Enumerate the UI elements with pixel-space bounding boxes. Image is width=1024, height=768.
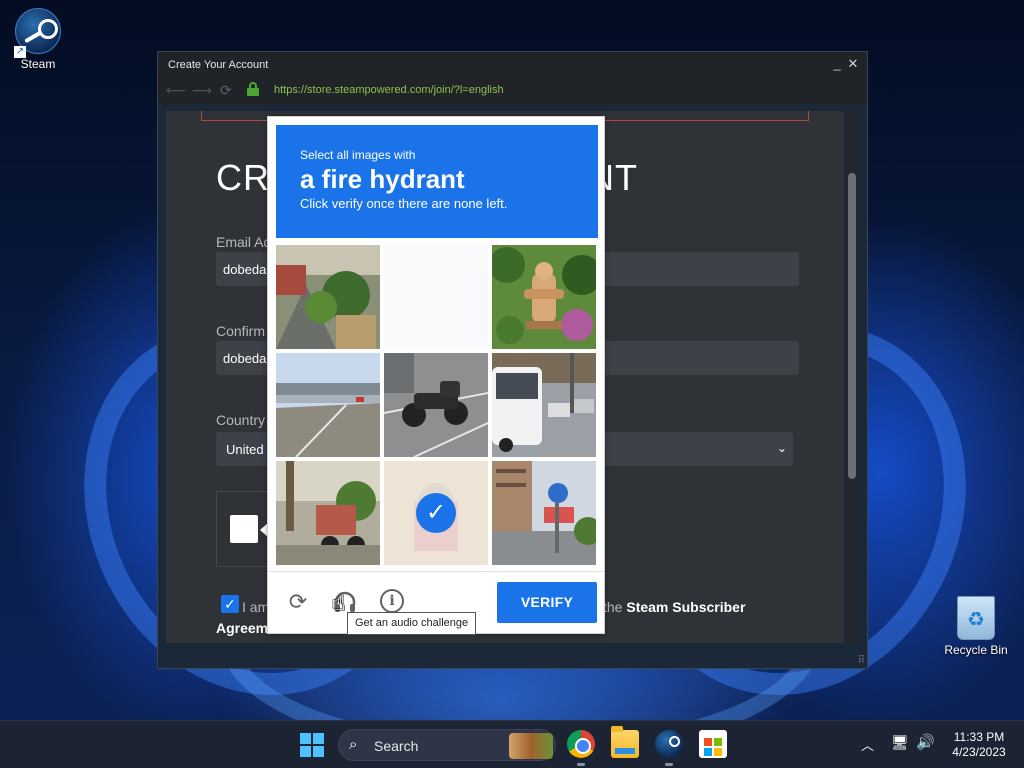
challenge-image-grid: ✓	[276, 245, 596, 565]
agree-checkbox[interactable]: ✓	[221, 595, 239, 613]
address-bar: ⟵ ⟶ ⟳ https://store.steampowered.com/joi…	[158, 78, 867, 104]
app-running-indicator	[665, 763, 673, 766]
country-value: United	[226, 442, 264, 457]
shortcut-arrow-icon: ↗	[14, 46, 26, 58]
recaptcha-checkbox[interactable]	[230, 515, 258, 543]
lock-icon	[247, 82, 259, 96]
confirm-email-label: Confirm	[216, 323, 266, 339]
subscriber-agreement-link[interactable]: Steam Subscriber	[626, 599, 745, 615]
search-placeholder: Search	[374, 738, 419, 754]
window-title: Create Your Account	[168, 59, 269, 71]
scrollbar-thumb[interactable]	[848, 173, 856, 479]
chrome-icon[interactable]	[567, 730, 595, 758]
confirm-email-value: dobeda	[223, 351, 267, 366]
challenge-header: Select all images with a fire hydrant Cl…	[276, 125, 598, 238]
chevron-up-icon[interactable]: ︿	[861, 735, 874, 754]
challenge-tile[interactable]	[276, 461, 380, 565]
minimize-button[interactable]: _	[830, 56, 844, 72]
challenge-tile[interactable]	[276, 353, 380, 457]
back-arrow-icon[interactable]: ⟵	[166, 82, 186, 99]
challenge-subtext: Click verify once there are none left.	[300, 196, 508, 211]
microsoft-store-icon[interactable]	[699, 730, 727, 758]
agree-text: I am	[242, 599, 270, 615]
resize-grip-icon[interactable]: ⠿	[858, 655, 865, 666]
email-label: Email Ad	[216, 234, 272, 250]
audio-challenge-tooltip: Get an audio challenge	[347, 612, 477, 635]
desktop-icon-label: Steam	[20, 57, 56, 71]
challenge-footer-divider	[268, 571, 604, 572]
challenge-tile[interactable]	[492, 353, 596, 457]
verify-button[interactable]: VERIFY	[497, 582, 597, 623]
challenge-tile[interactable]	[492, 461, 596, 565]
challenge-tile[interactable]	[276, 245, 380, 349]
reload-challenge-icon[interactable]: ⟳	[285, 589, 311, 615]
steam-icon[interactable]	[655, 730, 683, 758]
desktop-icon-recycle-bin[interactable]: Recycle Bin	[938, 596, 1014, 657]
country-label: Country	[216, 412, 266, 428]
file-explorer-icon[interactable]	[611, 726, 639, 758]
clock-date: 4/23/2023	[952, 745, 1006, 759]
recaptcha-challenge: Select all images with a fire hydrant Cl…	[267, 116, 605, 634]
app-running-indicator	[577, 763, 585, 766]
challenge-target: a fire hydrant	[300, 164, 465, 194]
clock-time: 11:33 PM	[953, 730, 1005, 744]
taskbar-search[interactable]: ⌕ Search	[338, 729, 556, 761]
window-titlebar[interactable]: Create Your Account _ ✕	[158, 52, 867, 78]
agree-prefix: the	[603, 599, 623, 615]
agreement-link-end[interactable]: Agreem	[216, 620, 268, 636]
close-button[interactable]: ✕	[846, 56, 860, 72]
search-highlight-image	[509, 733, 553, 759]
challenge-tile[interactable]	[492, 245, 596, 349]
page-scrollbar[interactable]	[847, 111, 857, 643]
volume-icon[interactable]: 🔊	[916, 733, 935, 751]
search-icon: ⌕	[349, 736, 358, 753]
challenge-tile[interactable]	[384, 245, 488, 349]
start-button[interactable]	[300, 733, 324, 757]
challenge-tile[interactable]	[384, 353, 488, 457]
desktop-icon-label: Recycle Bin	[944, 643, 1008, 657]
url-text: https://store.steampowered.com/join/?l=e…	[274, 84, 504, 96]
email-value: dobeda	[223, 262, 267, 277]
desktop-icon-steam[interactable]: ↗ Steam	[0, 8, 76, 71]
taskbar: ⌕ Search ︿ 🖥 🔊 11:33 PM 4/23/2023	[0, 720, 1024, 768]
chevron-down-icon: ⌄	[776, 441, 787, 455]
recaptcha-widget	[216, 491, 274, 567]
taskbar-clock[interactable]: 11:33 PM 4/23/2023	[944, 730, 1014, 760]
agree-text-continued: the Steam Subscriber	[603, 599, 745, 615]
challenge-instruction: Select all images with	[300, 148, 416, 162]
hand-cursor-icon: ☝	[332, 590, 346, 615]
selected-check-icon: ✓	[416, 493, 456, 533]
forward-arrow-icon[interactable]: ⟶	[192, 82, 212, 99]
network-icon[interactable]: 🖥	[891, 734, 909, 751]
reload-icon[interactable]: ⟳	[220, 82, 232, 99]
recycle-bin-icon	[957, 596, 995, 640]
